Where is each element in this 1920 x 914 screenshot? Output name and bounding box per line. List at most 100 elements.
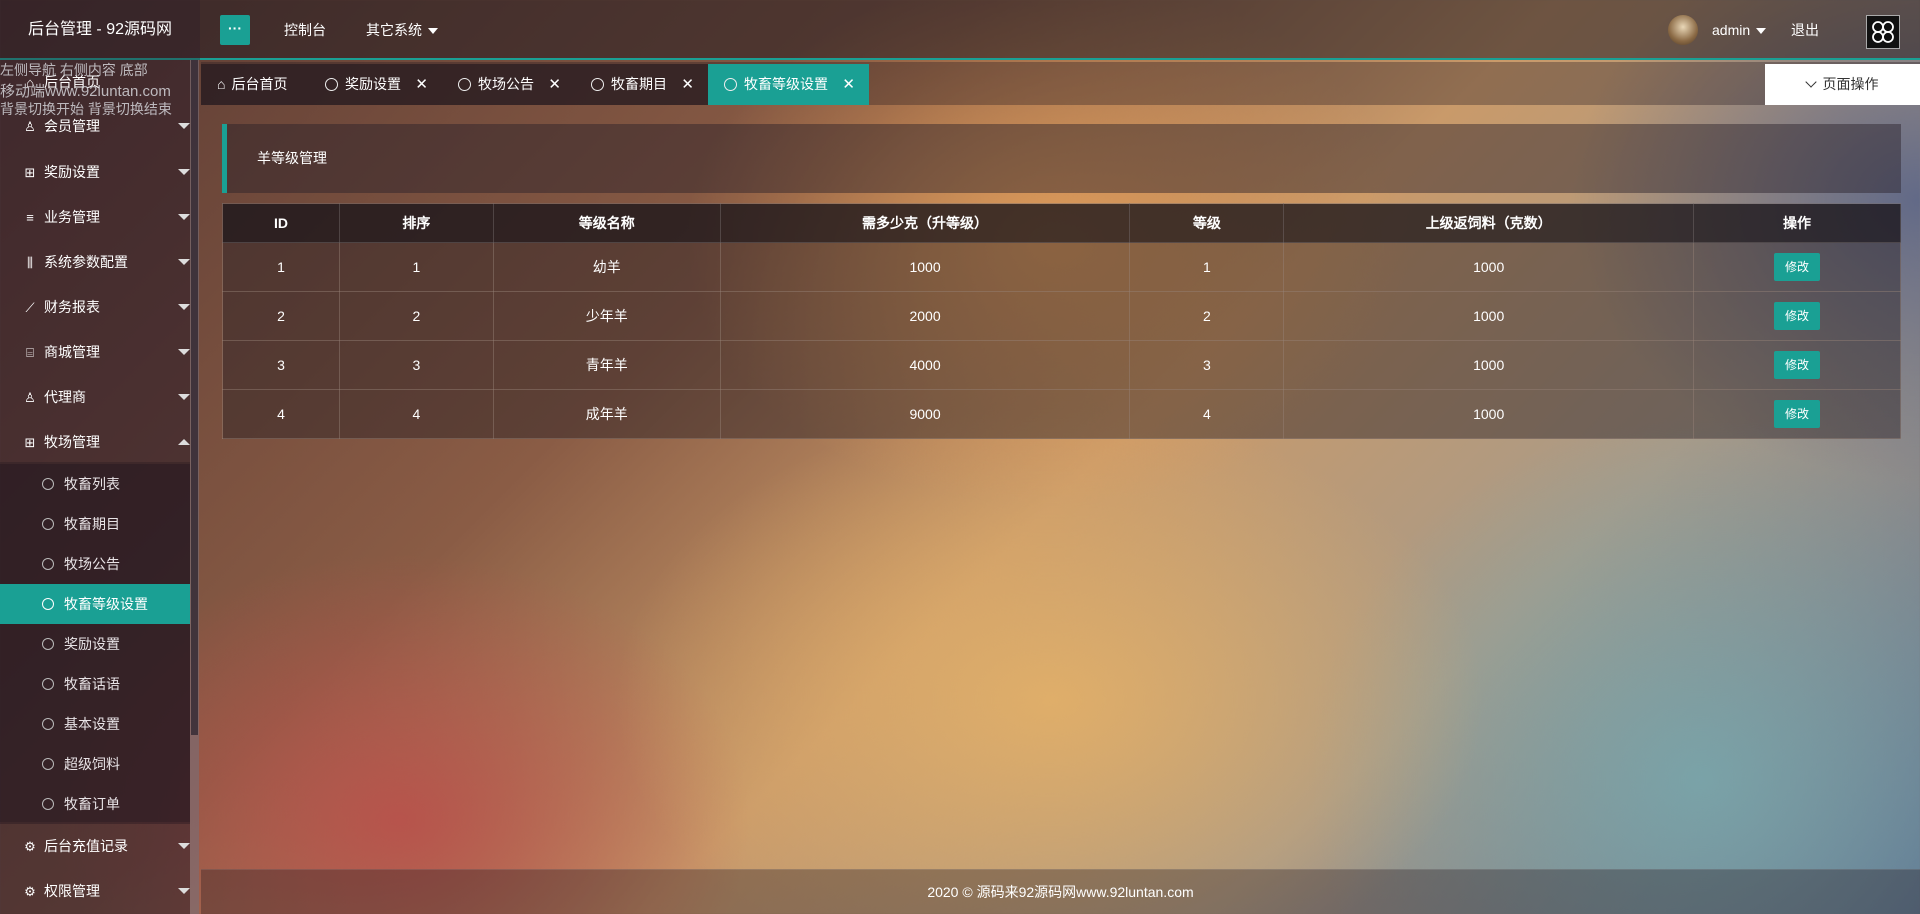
sidebar-item-finance[interactable]: ⟋ 财务报表	[0, 285, 190, 329]
menu-toggle-button[interactable]: ···	[220, 15, 250, 45]
sidebar-item-ranch[interactable]: ⊞ 牧场管理	[0, 420, 190, 464]
avatar[interactable]	[1668, 15, 1698, 45]
circle-icon	[42, 638, 54, 651]
cell-actions: 修改	[1693, 340, 1901, 390]
edit-button[interactable]: 修改	[1774, 400, 1821, 428]
sidebar-item-label: 系统参数配置	[44, 254, 128, 270]
cell-id: 2	[222, 291, 340, 341]
tab-home[interactable]: ⌂ 后台首页	[201, 64, 309, 105]
clover-icon	[1872, 21, 1894, 43]
edit-button[interactable]: 修改	[1774, 302, 1821, 330]
cell-feed-rebate: 1000	[1283, 242, 1695, 292]
cell-level-name: 幼羊	[492, 242, 721, 292]
submenu-item-label: 牧畜订单	[64, 796, 120, 812]
gift-icon: ⊞	[24, 165, 36, 180]
submenu-item-label: 牧畜话语	[64, 676, 120, 692]
top-header: 后台管理 - 92源码网 ··· 控制台 其它系统 admin 退出	[0, 0, 1920, 60]
list-icon: ≡	[26, 210, 34, 225]
cell-feed-rebate: 1000	[1283, 291, 1695, 341]
sidebar-item-business[interactable]: ≡ 业务管理	[0, 195, 190, 239]
submenu-item-livestock-phrases[interactable]: 牧畜话语	[0, 664, 190, 704]
home-icon: ⌂	[217, 76, 226, 92]
cell-feed-rebate: 1000	[1283, 340, 1695, 390]
edit-button[interactable]: 修改	[1774, 253, 1821, 281]
sidebar-item-mall[interactable]: ⌸ 商城管理	[0, 330, 190, 374]
submenu-item-livestock-orders[interactable]: 牧畜订单	[0, 784, 190, 824]
table-row: 3 3 青年羊 4000 3 1000 修改	[222, 340, 1901, 390]
tab-label: 牧畜等级设置	[744, 76, 828, 92]
close-icon[interactable]: ✕	[842, 64, 855, 105]
cell-sort: 2	[338, 291, 494, 341]
column-header-grams-required: 需多少克（升等级）	[719, 203, 1131, 243]
cell-sort: 3	[338, 340, 494, 390]
sidebar-item-label: 奖励设置	[44, 164, 100, 180]
chevron-down-icon	[178, 349, 190, 355]
cell-id: 4	[222, 389, 340, 439]
user-menu[interactable]: admin	[1712, 0, 1767, 60]
tab-reward-settings[interactable]: 奖励设置 ✕	[309, 64, 442, 105]
submenu-item-label: 牧畜等级设置	[64, 596, 148, 612]
level-table: ID 排序 等级名称 需多少克（升等级） 等级 上级返饲料（克数） 操作 1 1…	[222, 203, 1901, 439]
sidebar-item-label: 代理商	[44, 389, 86, 405]
overlay-text-bg-switch: 背景切换开始 背景切换结束	[0, 101, 172, 117]
tab-label: 后台首页	[231, 76, 288, 92]
sidebar-item-recharge-records[interactable]: ⚙ 后台充值记录	[0, 824, 190, 868]
cell-actions: 修改	[1693, 389, 1901, 439]
edit-button[interactable]: 修改	[1774, 351, 1821, 379]
submenu-item-basic-settings[interactable]: 基本设置	[0, 704, 190, 744]
panel-header: 羊等级管理	[222, 124, 1901, 193]
cell-grams-required: 2000	[719, 291, 1131, 341]
page-operations-label: 页面操作	[1822, 76, 1879, 92]
submenu-item-livestock-levels[interactable]: 牧畜等级设置	[0, 584, 190, 624]
user-name: admin	[1712, 22, 1751, 38]
table-row: 2 2 少年羊 2000 2 1000 修改	[222, 291, 1901, 341]
table-row: 4 4 成年羊 9000 4 1000 修改	[222, 389, 1901, 439]
submenu-item-super-feed[interactable]: 超级饲料	[0, 744, 190, 784]
logout-link[interactable]: 退出	[1791, 0, 1819, 60]
chevron-down-icon	[178, 304, 190, 310]
cell-actions: 修改	[1693, 242, 1901, 292]
tab-label: 牧场公告	[478, 76, 534, 92]
cell-level: 4	[1129, 389, 1285, 439]
chevron-down-icon	[178, 394, 190, 400]
circle-icon	[591, 77, 604, 91]
tab-livestock-levels[interactable]: 牧畜等级设置 ✕	[708, 64, 869, 105]
cell-id: 3	[222, 340, 340, 390]
sidebar-item-label: 商城管理	[44, 344, 100, 360]
sidebar-item-agents[interactable]: ♙ 代理商	[0, 375, 190, 419]
close-icon[interactable]: ✕	[415, 64, 428, 105]
tab-ranch-notice[interactable]: 牧场公告 ✕	[442, 64, 575, 105]
sidebar-item-permissions[interactable]: ⚙ 权限管理	[0, 869, 190, 913]
cell-actions: 修改	[1693, 291, 1901, 341]
close-icon[interactable]: ✕	[681, 64, 694, 105]
page-operations-button[interactable]: 页面操作	[1765, 64, 1920, 105]
cell-level: 1	[1129, 242, 1285, 292]
chevron-up-icon	[178, 439, 190, 445]
close-icon[interactable]: ✕	[548, 64, 561, 105]
cell-grams-required: 9000	[719, 389, 1131, 439]
submenu-item-reward-settings[interactable]: 奖励设置	[0, 624, 190, 664]
submenu-item-ranch-notice[interactable]: 牧场公告	[0, 544, 190, 584]
cell-grams-required: 4000	[719, 340, 1131, 390]
user-icon: ♙	[24, 390, 36, 405]
submenu-item-livestock-periods[interactable]: 牧畜期目	[0, 504, 190, 544]
column-header-level-name: 等级名称	[492, 203, 721, 243]
brand-icon[interactable]	[1866, 15, 1900, 49]
sidebar-item-label: 财务报表	[44, 299, 100, 315]
app-logo[interactable]: 后台管理 - 92源码网	[0, 0, 200, 60]
submenu-item-livestock-list[interactable]: 牧畜列表	[0, 464, 190, 504]
sidebar-item-system-params[interactable]: ⫼ 系统参数配置	[0, 240, 190, 284]
cell-grams-required: 1000	[719, 242, 1131, 292]
cell-sort: 4	[338, 389, 494, 439]
sidebar-item-rewards[interactable]: ⊞ 奖励设置	[0, 150, 190, 194]
tab-livestock-periods[interactable]: 牧畜期目 ✕	[575, 64, 708, 105]
circle-icon	[42, 558, 54, 571]
submenu-item-label: 牧畜期目	[64, 516, 120, 532]
chevron-down-icon	[178, 169, 190, 175]
nav-console[interactable]: 控制台	[284, 0, 326, 60]
chevron-down-icon	[178, 123, 190, 129]
circle-icon	[42, 718, 54, 731]
nav-other-systems[interactable]: 其它系统	[366, 0, 438, 60]
circle-icon	[458, 77, 471, 91]
sidebar-scroll-thumb[interactable]	[191, 60, 198, 735]
